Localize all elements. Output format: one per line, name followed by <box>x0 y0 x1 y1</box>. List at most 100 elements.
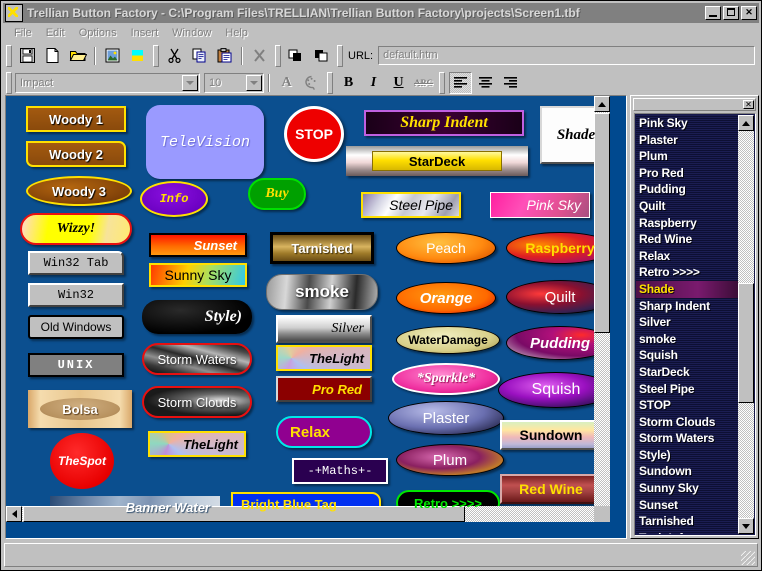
style-list-item[interactable]: Squish <box>636 347 739 364</box>
palette-title-bar[interactable]: ✕ <box>633 98 756 111</box>
align-right-icon[interactable] <box>499 72 522 94</box>
style-list-item[interactable]: Pro Red <box>636 165 739 182</box>
button-relax[interactable]: Relax <box>276 416 372 448</box>
style-list-item[interactable]: Raspberry <box>636 215 739 232</box>
font-size-select[interactable]: 10 <box>204 73 264 93</box>
button-waterdamage[interactable]: WaterDamage <box>396 326 500 354</box>
align-left-icon[interactable] <box>449 72 472 94</box>
menu-file[interactable]: File <box>7 25 39 41</box>
maximize-button[interactable] <box>723 6 739 20</box>
menu-window[interactable]: Window <box>165 25 218 41</box>
toolbar-grip-4[interactable] <box>337 45 343 67</box>
send-back-icon[interactable] <box>310 45 333 67</box>
bring-front-icon[interactable] <box>285 45 308 67</box>
button-thespot[interactable]: TheSpot <box>50 433 114 489</box>
button-sunny-sky[interactable]: Sunny Sky <box>149 263 247 287</box>
save-icon[interactable] <box>16 45 39 67</box>
button-sunset[interactable]: Sunset <box>149 233 247 257</box>
style-list-item[interactable]: Red Wine <box>636 231 739 248</box>
button-woody-1[interactable]: Woody 1 <box>26 106 126 132</box>
color-palette-icon[interactable] <box>300 72 323 94</box>
button-unix[interactable]: UNIX <box>28 353 124 377</box>
format-toolbar-grip[interactable] <box>6 72 12 94</box>
button-tarnished[interactable]: Tarnished <box>270 232 374 264</box>
strikethrough-button[interactable]: ABC <box>412 72 435 94</box>
style-list-item[interactable]: Pink Sky <box>636 115 739 132</box>
style-list-item[interactable]: Silver <box>636 314 739 331</box>
menu-help[interactable]: Help <box>218 25 255 41</box>
button-bolsa[interactable]: Bolsa <box>28 390 132 428</box>
style-list-item[interactable]: Sharp Indent <box>636 298 739 315</box>
button-peach[interactable]: Peach <box>396 232 496 264</box>
vertical-scroll-thumb[interactable] <box>594 113 610 333</box>
button-old-windows[interactable]: Old Windows <box>28 315 124 339</box>
menu-options[interactable]: Options <box>72 25 124 41</box>
align-toolbar-grip[interactable] <box>439 72 445 94</box>
scroll-up-button[interactable] <box>594 96 610 112</box>
button-canvas[interactable]: Woody 1 Woody 2 Woody 3 Wizzy! Win32 Tab… <box>6 96 610 522</box>
button-wizzy[interactable]: Wizzy! <box>20 213 132 245</box>
menu-insert[interactable]: Insert <box>124 25 166 41</box>
style-list-item[interactable]: Quilt <box>636 198 739 215</box>
button-plaster[interactable]: Plaster <box>388 401 504 435</box>
palette-scroll-down-button[interactable] <box>738 518 754 534</box>
chevron-down-icon-2[interactable] <box>246 75 262 91</box>
button-thelight-a[interactable]: TheLight <box>148 431 246 457</box>
cut-icon[interactable] <box>163 45 186 67</box>
button-red-wine[interactable]: Red Wine <box>500 474 602 504</box>
toolbar-grip-2[interactable] <box>153 45 159 67</box>
menu-edit[interactable]: Edit <box>39 25 72 41</box>
style-list-item[interactable]: Sunny Sky <box>636 480 739 497</box>
palette-swatch-icon[interactable] <box>126 45 149 67</box>
button-sharp-indent[interactable]: Sharp Indent <box>364 110 524 136</box>
style-list-item[interactable]: Shade <box>636 281 739 298</box>
button-win32-tab[interactable]: Win32 Tab <box>28 251 124 275</box>
style-list-item[interactable]: Retro >>>> <box>636 264 739 281</box>
style-list-item[interactable]: Tech Info <box>636 530 739 534</box>
delete-icon[interactable] <box>248 45 271 67</box>
style-list-item[interactable]: Style) <box>636 447 739 464</box>
palette-scroll-thumb[interactable] <box>738 283 754 403</box>
align-center-icon[interactable] <box>474 72 497 94</box>
style-list-item[interactable]: Pudding <box>636 181 739 198</box>
style-list-item[interactable]: smoke <box>636 331 739 348</box>
style-list-item[interactable]: Storm Clouds <box>636 414 739 431</box>
image-icon[interactable] <box>101 45 124 67</box>
style-list-item[interactable]: STOP <box>636 397 739 414</box>
style-list-item[interactable]: Relax <box>636 248 739 265</box>
style-list-item[interactable]: Storm Waters <box>636 430 739 447</box>
resize-gripper[interactable] <box>741 551 755 565</box>
button-style[interactable]: Style) <box>142 300 252 334</box>
style-list-item[interactable]: Sunset <box>636 497 739 514</box>
chevron-down-icon[interactable] <box>182 75 198 91</box>
underline-button[interactable]: U <box>387 72 410 94</box>
style-list-item[interactable]: Sundown <box>636 463 739 480</box>
button-win32[interactable]: Win32 <box>28 283 124 307</box>
palette-scroll-up-button[interactable] <box>738 115 754 131</box>
italic-button[interactable]: I <box>362 72 385 94</box>
button-maths[interactable]: -+Maths+- <box>292 458 388 484</box>
button-sundown[interactable]: Sundown <box>500 420 602 450</box>
scroll-left-button[interactable] <box>6 506 22 522</box>
style-list-item[interactable]: Steel Pipe <box>636 381 739 398</box>
styles-list[interactable]: Pink SkyPlasterPlumPro RedPuddingQuiltRa… <box>634 113 756 536</box>
font-color-icon[interactable]: A <box>275 72 298 94</box>
button-smoke[interactable]: smoke <box>266 274 378 310</box>
button-sparkle[interactable]: *Sparkle* <box>392 363 500 395</box>
minimize-button[interactable] <box>705 6 721 20</box>
button-storm-clouds[interactable]: Storm Clouds <box>142 386 252 418</box>
style-list-item[interactable]: StarDeck <box>636 364 739 381</box>
button-storm-waters[interactable]: Storm Waters <box>142 343 252 375</box>
palette-vertical-scrollbar[interactable] <box>738 115 754 534</box>
style-list-item[interactable]: Plaster <box>636 132 739 149</box>
button-woody-2[interactable]: Woody 2 <box>26 141 126 167</box>
paste-icon[interactable] <box>213 45 236 67</box>
button-woody-3[interactable]: Woody 3 <box>26 176 132 206</box>
styles-list-items[interactable]: Pink SkyPlasterPlumPro RedPuddingQuiltRa… <box>636 115 739 534</box>
font-family-select[interactable]: Impact <box>15 73 200 93</box>
button-buy[interactable]: Buy <box>248 178 306 210</box>
button-thelight-b[interactable]: TheLight <box>276 345 372 371</box>
button-steel-pipe[interactable]: Steel Pipe <box>361 192 461 218</box>
toolbar-grip-3[interactable] <box>275 45 281 67</box>
button-info[interactable]: Info <box>140 181 208 217</box>
